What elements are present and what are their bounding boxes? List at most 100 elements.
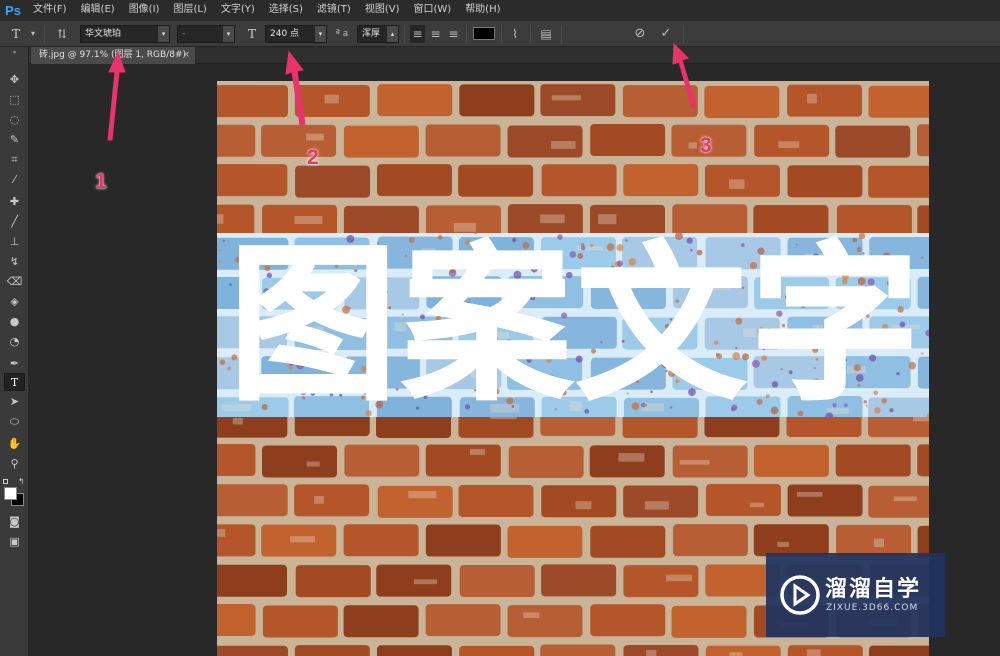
brick [507, 605, 583, 638]
screen-mode-icon[interactable]: ▣ [4, 533, 25, 551]
font-family-select[interactable]: 华文琥珀 ▾ [80, 25, 170, 43]
brick [590, 124, 666, 157]
brick [294, 484, 370, 517]
font-family-value: 华文琥珀 [85, 29, 122, 39]
brick [753, 444, 829, 477]
zoom-tool-icon[interactable]: ⚲ [4, 455, 25, 473]
align-left-icon[interactable]: ≡ [410, 25, 425, 43]
brick-weathering [873, 538, 884, 548]
brick [425, 604, 501, 637]
pen-tool-icon[interactable]: ✒ [4, 355, 25, 373]
cancel-edits-icon[interactable]: ⊘ [631, 25, 649, 43]
brick [508, 445, 584, 478]
brick [590, 604, 666, 637]
brick [343, 125, 419, 158]
menu-layer[interactable]: 图层(L) [166, 0, 213, 20]
brick [459, 645, 535, 656]
brick [376, 164, 452, 197]
paint-bucket-tool-icon[interactable]: ◈ [4, 293, 25, 311]
blur-tool-icon[interactable]: ● [4, 313, 25, 331]
brick [787, 84, 863, 117]
brick [458, 484, 534, 517]
brick [262, 445, 338, 478]
eyedropper-tool-icon[interactable]: ⁄ [4, 171, 25, 189]
history-brush-tool-icon[interactable]: ↯ [4, 253, 25, 271]
brick-weathering [646, 649, 657, 656]
brick [917, 444, 929, 477]
annotation-number-2: 2 [307, 146, 319, 169]
chevron-down-icon: ▾ [223, 26, 234, 42]
ellipse-tool-icon[interactable]: ⬭ [4, 413, 25, 431]
photoshop-logo: Ps [5, 2, 21, 18]
preset-chevron-down-icon[interactable]: ▾ [28, 25, 38, 43]
lasso-tool-icon[interactable]: ◌ [4, 111, 25, 129]
document-tab-strip: 砖.jpg @ 97.1% (图层 1, RGB/8#) × [29, 47, 1000, 64]
brick [217, 124, 256, 157]
brick [868, 645, 929, 656]
text-color-swatch[interactable] [473, 27, 495, 40]
path-selection-tool-icon[interactable]: ➤ [4, 393, 25, 411]
brick-weathering [750, 502, 764, 508]
warp-text-icon[interactable]: ⌇ [506, 25, 524, 43]
brick [868, 485, 929, 518]
character-panel-icon[interactable]: ▤ [537, 25, 555, 43]
toggle-text-orientation-icon[interactable]: ⇅ [52, 25, 72, 43]
antialias-value: 浑厚 [362, 29, 381, 39]
brick [541, 164, 617, 197]
clone-stamp-tool-icon[interactable]: ⊥ [4, 233, 25, 251]
align-right-icon[interactable]: ≡ [446, 25, 461, 43]
brick [754, 124, 830, 157]
brick-weathering [729, 652, 743, 656]
healing-brush-tool-icon[interactable]: ✚ [4, 193, 25, 211]
brick [540, 644, 616, 656]
text-layer[interactable]: 图 案 文 字 [217, 233, 929, 417]
type-tool-icon[interactable]: T [4, 373, 25, 391]
menu-help[interactable]: 帮助(H) [458, 0, 507, 20]
quick-mask-icon[interactable]: ◙ [4, 513, 25, 531]
quick-selection-tool-icon[interactable]: ✎ [4, 131, 25, 149]
brick-weathering [807, 93, 817, 104]
brick-weathering [796, 491, 823, 497]
move-tool-icon[interactable]: ✥ [4, 71, 25, 89]
brush-tool-icon[interactable]: ╱ [4, 213, 25, 231]
type-tool-preset-icon[interactable]: T [6, 25, 26, 43]
brick-weathering [777, 541, 789, 548]
divider [683, 25, 684, 44]
menu-file[interactable]: 文件(F) [26, 0, 74, 20]
eraser-tool-icon[interactable]: ⌫ [4, 273, 25, 291]
menu-image[interactable]: 图像(I) [122, 0, 167, 20]
brick-weathering [290, 536, 315, 543]
font-size-select[interactable]: 240 点 ▾ [265, 25, 327, 43]
menu-window[interactable]: 窗口(W) [406, 0, 458, 20]
brick [705, 645, 781, 656]
divider [466, 25, 467, 44]
menu-type[interactable]: 文字(Y) [214, 0, 262, 20]
chevron-updown-icon: ▴ [387, 26, 398, 42]
marquee-tool-icon[interactable]: ⬚ [4, 91, 25, 109]
document-tab[interactable]: 砖.jpg @ 97.1% (图层 1, RGB/8#) × [31, 47, 196, 64]
watermark-title: 溜溜自学 [825, 577, 922, 602]
dodge-tool-icon[interactable]: ◔ [4, 333, 25, 351]
close-icon[interactable]: × [182, 47, 190, 64]
foreground-color-swatch[interactable] [4, 487, 17, 500]
divider [530, 25, 531, 44]
menu-select[interactable]: 选择(S) [262, 0, 310, 20]
brick-weathering [893, 496, 917, 502]
brick [917, 124, 929, 157]
align-center-icon[interactable]: ≡ [428, 25, 443, 43]
brick-weathering [523, 612, 540, 618]
menu-view[interactable]: 视图(V) [358, 0, 407, 20]
brick [507, 525, 583, 558]
brick [868, 85, 929, 118]
swap-colors-icon[interactable]: ↰ [18, 477, 25, 486]
menu-edit[interactable]: 编辑(E) [74, 0, 122, 20]
menu-filter[interactable]: 滤镜(T) [310, 0, 358, 20]
default-colors-icon[interactable] [3, 479, 8, 484]
commit-edits-icon[interactable]: ✓ [657, 25, 675, 43]
brick-weathering [217, 214, 224, 224]
collapse-panel-icon[interactable]: » [4, 49, 25, 57]
antialias-select[interactable]: 浑厚 ▴ [357, 25, 399, 43]
hand-tool-icon[interactable]: ✋ [4, 435, 25, 453]
font-style-select[interactable]: - ▾ [177, 25, 235, 43]
crop-tool-icon[interactable]: ⌗ [4, 151, 25, 169]
